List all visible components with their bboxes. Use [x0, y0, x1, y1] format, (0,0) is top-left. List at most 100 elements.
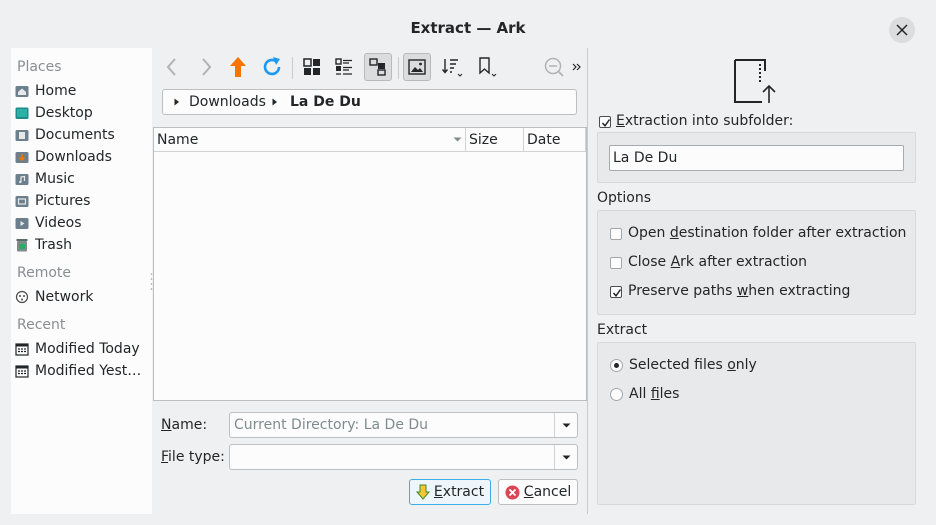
all-files-label: All files [629, 386, 680, 402]
places-item-modified-today[interactable]: Modified Today [15, 338, 149, 360]
column-divider [585, 128, 586, 151]
subfolder-checkbox[interactable] [599, 116, 611, 128]
column-divider [523, 128, 524, 151]
panel-splitter[interactable] [587, 48, 588, 514]
file-list[interactable]: Name Size Date [153, 127, 587, 401]
toolbar-overflow-button[interactable] [568, 53, 586, 81]
places-item-documents[interactable]: Documents [15, 124, 149, 146]
back-button[interactable] [158, 53, 186, 81]
column-header-date[interactable]: Date [527, 132, 560, 148]
name-combo-dropdown[interactable] [554, 413, 577, 437]
selected-files-radio[interactable] [610, 359, 623, 372]
icon-view-button[interactable] [298, 53, 326, 81]
grid-view-icon [303, 58, 320, 75]
places-item-videos[interactable]: Videos [15, 212, 149, 234]
places-item-desktop[interactable]: Desktop [15, 102, 149, 124]
image-preview-icon [408, 59, 426, 75]
places-item-label: Desktop [35, 105, 93, 121]
places-item-label: Documents [35, 127, 115, 143]
open-destination-checkbox[interactable] [610, 228, 622, 240]
download-arrow-icon [415, 484, 430, 500]
places-item-label: Music [35, 171, 75, 187]
detailed-view-button[interactable] [330, 53, 358, 81]
column-header-name[interactable]: Name [157, 132, 198, 148]
extract-button-label: Extract [433, 484, 485, 500]
tree-view-icon [369, 58, 386, 76]
file-type-label: File type: [161, 449, 225, 465]
tree-view-button[interactable] [364, 53, 392, 81]
sort-button[interactable] [438, 53, 466, 81]
options-header: Options [597, 190, 652, 206]
chevron-double-right-icon [572, 63, 581, 71]
options-group: Open destination folder after extraction… [597, 210, 916, 315]
network-icon [15, 290, 29, 304]
reload-button[interactable] [258, 53, 286, 81]
breadcrumb-segment-downloads[interactable]: Downloads [189, 94, 266, 110]
places-item-label: Home [35, 83, 77, 99]
trash-icon [15, 238, 29, 252]
places-item-label: Videos [35, 215, 82, 231]
places-section-header: Places [17, 59, 62, 75]
sort-descending-icon [453, 137, 462, 142]
bookmark-icon [479, 57, 497, 77]
list-view-icon [335, 58, 352, 75]
back-arrow-icon [166, 58, 176, 76]
preserve-paths-label: Preserve paths when extracting [628, 283, 851, 299]
open-destination-label: Open destination folder after extraction [628, 225, 907, 241]
places-item-music[interactable]: Music [15, 168, 149, 190]
extract-button[interactable]: Extract [409, 479, 491, 505]
places-item-downloads[interactable]: Downloads [15, 146, 149, 168]
chevron-right-icon [174, 98, 179, 106]
close-ark-checkbox[interactable] [610, 257, 622, 269]
forward-button[interactable] [192, 53, 220, 81]
recent-section-header: Recent [17, 317, 66, 333]
bookmarks-button[interactable] [472, 53, 500, 81]
music-folder-icon [15, 172, 29, 186]
places-item-modified-yesterday[interactable]: Modified Yesterday [15, 360, 149, 382]
zoom-out-button[interactable] [540, 53, 568, 81]
archive-extract-icon [734, 59, 778, 109]
preserve-paths-checkbox[interactable] [610, 286, 622, 298]
breadcrumb-segment-current[interactable]: La De Du [290, 94, 361, 110]
checkmark-icon [612, 289, 622, 297]
file-list-header: Name Size Date [154, 128, 586, 152]
places-item-trash[interactable]: Trash [15, 234, 149, 256]
column-divider [465, 128, 466, 151]
extract-header: Extract [597, 322, 648, 338]
zoom-out-icon [544, 57, 564, 77]
all-files-radio[interactable] [610, 388, 623, 401]
toolbar-separator [292, 57, 293, 79]
calendar-icon [15, 364, 29, 378]
up-arrow-icon [230, 57, 246, 77]
chevron-down-icon [562, 423, 570, 427]
file-type-dropdown[interactable] [554, 445, 577, 469]
close-icon [896, 24, 908, 36]
places-item-network[interactable]: Network [15, 286, 149, 308]
preview-toggle-button[interactable] [403, 53, 431, 81]
subfolder-name-input[interactable]: La De Du [609, 145, 904, 171]
videos-folder-icon [15, 216, 29, 230]
close-window-button[interactable] [889, 17, 915, 43]
checkmark-icon [601, 119, 611, 127]
places-panel: Places Home Desktop Documents Downloads … [11, 48, 152, 514]
extract-mode-group: Selected files only All files [597, 342, 916, 505]
chevron-down-icon [562, 455, 570, 459]
name-label: Name: [161, 417, 208, 433]
places-item-label: Network [35, 289, 94, 305]
places-item-home[interactable]: Home [15, 80, 149, 102]
cancel-icon [505, 485, 520, 500]
breadcrumb[interactable]: Downloads La De Du [162, 89, 577, 115]
parent-folder-button[interactable] [224, 53, 252, 81]
file-type-combo[interactable] [229, 444, 578, 470]
places-item-pictures[interactable]: Pictures [15, 190, 149, 212]
column-header-size[interactable]: Size [469, 132, 498, 148]
downloads-folder-icon [15, 150, 29, 164]
name-combo[interactable]: Current Directory: La De Du [229, 412, 578, 438]
cancel-button-label: Cancel [523, 484, 572, 500]
sort-icon [441, 59, 463, 77]
subfolder-group: La De Du [597, 132, 916, 183]
cancel-button[interactable]: Cancel [498, 479, 578, 505]
forward-arrow-icon [202, 58, 212, 76]
places-item-label: Downloads [35, 149, 112, 165]
subfolder-name-value: La De Du [613, 150, 678, 166]
